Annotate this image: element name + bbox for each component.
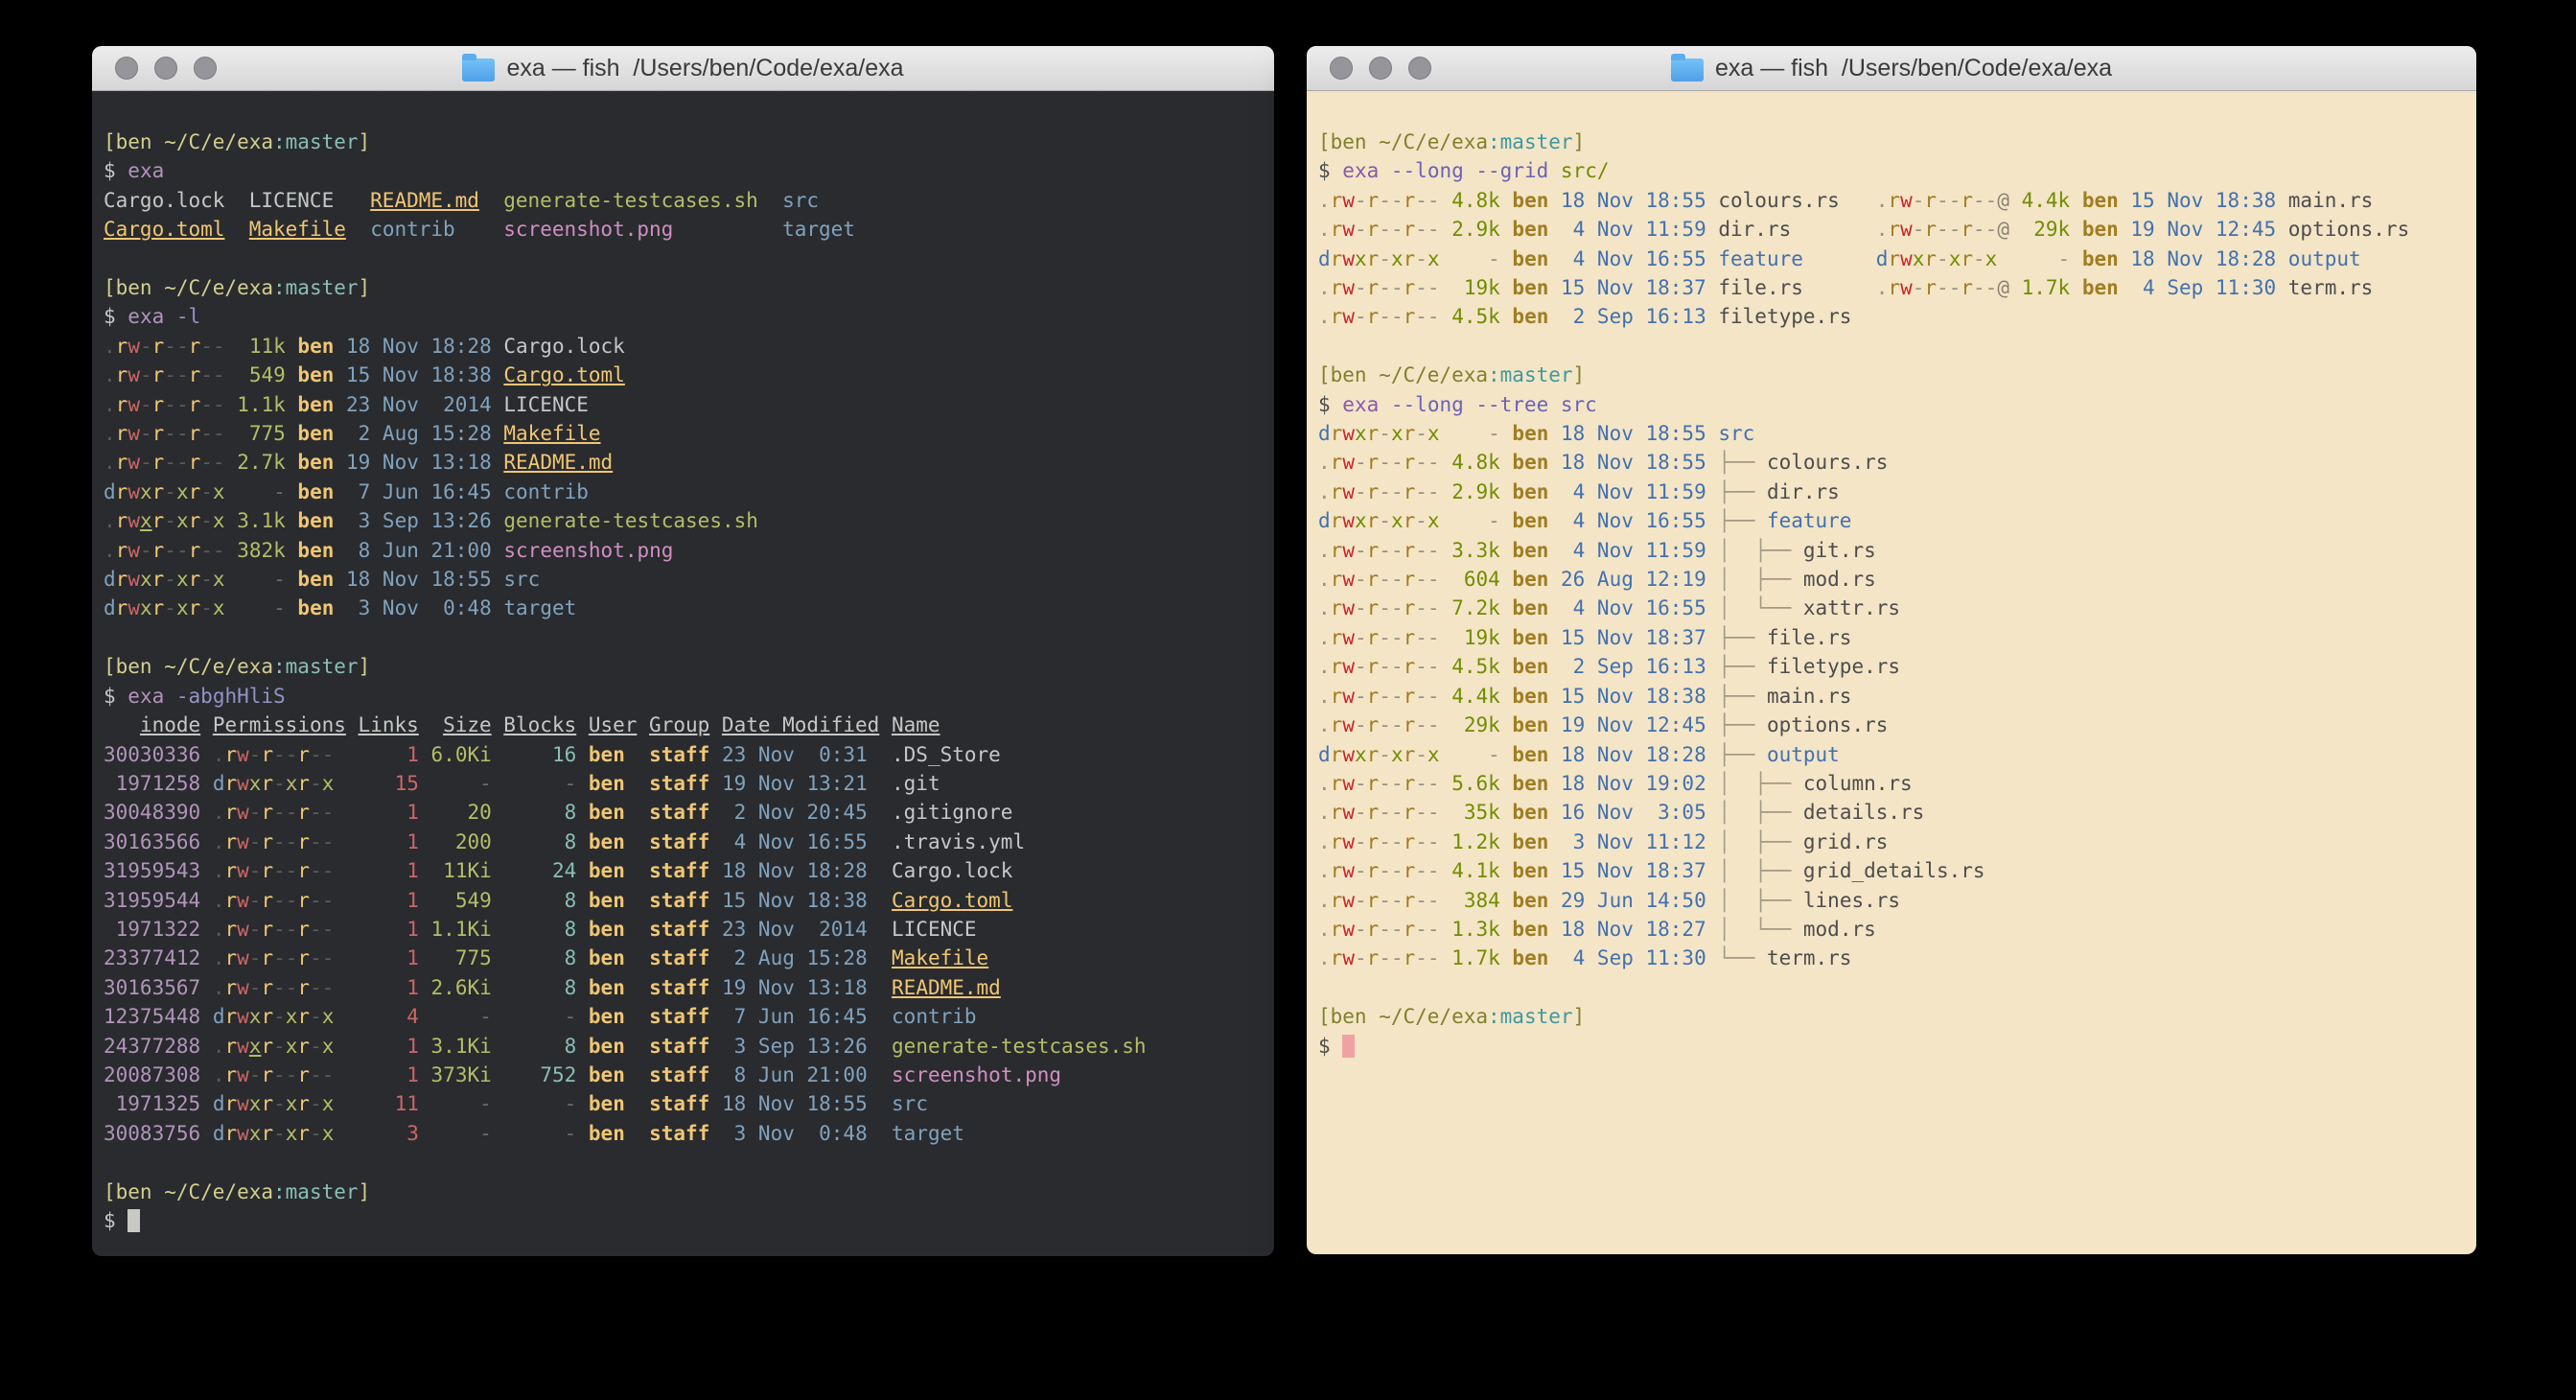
terminal-line: .rw-r--r-- 4.5k ben 2 Sep 16:13 filetype…: [1318, 302, 2476, 331]
terminal-line: [1318, 332, 2476, 361]
window-controls: [1330, 46, 1431, 90]
terminal-line: inode Permissions Links Size Blocks User…: [104, 711, 1274, 739]
terminal-line: 30163566 .rw-r--r-- 1 200 8 ben staff 4 …: [104, 828, 1274, 856]
terminal-line: .rw-r--r-- 35k ben 16 Nov 3:05 │ ├── det…: [1318, 798, 2476, 827]
terminal-line: $: [1318, 1032, 2476, 1061]
minimize-button[interactable]: [1369, 57, 1392, 80]
terminal-line: .rw-r--r-- 549 ben 15 Nov 18:38 Cargo.to…: [104, 361, 1274, 389]
terminal-line: .rw-r--r-- 2.9k ben 4 Nov 11:59 dir.rs .…: [1318, 215, 2476, 244]
window-controls: [115, 46, 217, 90]
window-title: exa — fish /Users/ben/Code/exa/exa: [1715, 55, 2112, 82]
terminal-line: 12375448 drwxr-xr-x 4 - - ben staff 7 Ju…: [104, 1002, 1274, 1031]
terminal-line: $ exa: [104, 156, 1274, 185]
terminal-line: 30163567 .rw-r--r-- 1 2.6Ki 8 ben staff …: [104, 973, 1274, 1002]
terminal-line: 1971322 .rw-r--r-- 1 1.1Ki 8 ben staff 2…: [104, 915, 1274, 944]
terminal-line: .rw-r--r-- 1.1k ben 23 Nov 2014 LICENCE: [104, 390, 1274, 419]
terminal-line: .rw-r--r-- 1.7k ben 4 Sep 11:30 └── term…: [1318, 944, 2476, 972]
minimize-button[interactable]: [154, 57, 177, 80]
terminal-line: 1971325 drwxr-xr-x 11 - - ben staff 18 N…: [104, 1089, 1274, 1118]
terminal-line: .rw-r--r-- 4.1k ben 15 Nov 18:37 │ ├── g…: [1318, 856, 2476, 885]
terminal-line: [ben ~/C/e/exa:master]: [104, 1178, 1274, 1206]
terminal-line: $: [104, 1206, 1274, 1235]
terminal-line: 20087308 .rw-r--r-- 1 373Ki 752 ben staf…: [104, 1061, 1274, 1089]
terminal-line: [ben ~/C/e/exa:master]: [1318, 128, 2476, 156]
terminal-content[interactable]: [ben ~/C/e/exa:master]$ exa --long --gri…: [1307, 91, 2476, 1061]
terminal-line: .rw-r--r-- 4.8k ben 18 Nov 18:55 ├── col…: [1318, 448, 2476, 477]
terminal-line: drwxr-xr-x - ben 4 Nov 16:55 ├── feature: [1318, 506, 2476, 535]
terminal-line: 30083756 drwxr-xr-x 3 - - ben staff 3 No…: [104, 1119, 1274, 1148]
desktop: { "windows": { "left": { "title": "exa —…: [0, 0, 2576, 1400]
terminal-line: .rw-r--r-- 604 ben 26 Aug 12:19 │ ├── mo…: [1318, 565, 2476, 594]
terminal-line: .rw-r--r-- 1.2k ben 3 Nov 11:12 │ ├── gr…: [1318, 828, 2476, 856]
terminal-window-light: exa — fish /Users/ben/Code/exa/exa [ben …: [1307, 46, 2476, 1254]
terminal-line: .rw-r--r-- 7.2k ben 4 Nov 16:55 │ └── xa…: [1318, 594, 2476, 622]
terminal-line: drwxr-xr-x - ben 18 Nov 18:28 ├── output: [1318, 740, 2476, 769]
terminal-line: Cargo.lock LICENCE README.md generate-te…: [104, 186, 1274, 215]
text-cursor: [128, 1209, 140, 1232]
zoom-button[interactable]: [194, 57, 217, 80]
terminal-line: [ben ~/C/e/exa:master]: [1318, 361, 2476, 389]
terminal-line: drwxr-xr-x - ben 7 Jun 16:45 contrib: [104, 478, 1274, 506]
terminal-line: $ exa --long --grid src/: [1318, 156, 2476, 185]
terminal-line: .rw-r--r-- 5.6k ben 18 Nov 19:02 │ ├── c…: [1318, 769, 2476, 798]
terminal-line: drwxr-xr-x - ben 18 Nov 18:55 src: [104, 565, 1274, 594]
window-title: exa — fish /Users/ben/Code/exa/exa: [506, 55, 903, 82]
terminal-window-dark: exa — fish /Users/ben/Code/exa/exa [ben …: [92, 46, 1274, 1256]
terminal-line: .rw-r--r-- 775 ben 2 Aug 15:28 Makefile: [104, 419, 1274, 448]
terminal-line: 24377288 .rwxr-xr-x 1 3.1Ki 8 ben staff …: [104, 1032, 1274, 1061]
terminal-line: [ben ~/C/e/exa:master]: [104, 273, 1274, 302]
terminal-line: 23377412 .rw-r--r-- 1 775 8 ben staff 2 …: [104, 944, 1274, 972]
titlebar[interactable]: exa — fish /Users/ben/Code/exa/exa: [92, 46, 1274, 91]
terminal-line: [1318, 973, 2476, 1002]
text-cursor: [1342, 1035, 1355, 1058]
terminal-line: drwxr-xr-x - ben 18 Nov 18:55 src: [1318, 419, 2476, 448]
terminal-line: Cargo.toml Makefile contrib screenshot.p…: [104, 215, 1274, 244]
terminal-line: .rw-r--r-- 19k ben 15 Nov 18:37 ├── file…: [1318, 623, 2476, 652]
terminal-line: $ exa -abghHliS: [104, 682, 1274, 711]
close-button[interactable]: [115, 57, 138, 80]
terminal-line: .rw-r--r-- 4.5k ben 2 Sep 16:13 ├── file…: [1318, 652, 2476, 681]
terminal-line: [104, 1148, 1274, 1177]
titlebar[interactable]: exa — fish /Users/ben/Code/exa/exa: [1307, 46, 2476, 91]
title-group: exa — fish /Users/ben/Code/exa/exa: [462, 55, 903, 82]
terminal-line: 1971258 drwxr-xr-x 15 - - ben staff 19 N…: [104, 769, 1274, 798]
terminal-line: [104, 245, 1274, 273]
terminal-line: drwxr-xr-x - ben 4 Nov 16:55 feature drw…: [1318, 245, 2476, 273]
terminal-line: .rw-r--r-- 29k ben 19 Nov 12:45 ├── opti…: [1318, 711, 2476, 739]
terminal-line: 30030336 .rw-r--r-- 1 6.0Ki 16 ben staff…: [104, 740, 1274, 769]
terminal-line: [ben ~/C/e/exa:master]: [104, 652, 1274, 681]
terminal-line: .rw-r--r-- 384 ben 29 Jun 14:50 │ ├── li…: [1318, 886, 2476, 915]
terminal-line: 31959543 .rw-r--r-- 1 11Ki 24 ben staff …: [104, 856, 1274, 885]
zoom-button[interactable]: [1408, 57, 1431, 80]
terminal-line: 31959544 .rw-r--r-- 1 549 8 ben staff 15…: [104, 886, 1274, 915]
terminal-line: [104, 623, 1274, 652]
terminal-line: 30048390 .rw-r--r-- 1 20 8 ben staff 2 N…: [104, 798, 1274, 827]
terminal-line: drwxr-xr-x - ben 3 Nov 0:48 target: [104, 594, 1274, 622]
terminal-line: .rw-r--r-- 4.8k ben 18 Nov 18:55 colours…: [1318, 186, 2476, 215]
folder-icon: [462, 58, 495, 82]
terminal-line: .rw-r--r-- 382k ben 8 Jun 21:00 screensh…: [104, 536, 1274, 565]
terminal-line: $ exa --long --tree src: [1318, 390, 2476, 419]
terminal-line: .rw-r--r-- 2.9k ben 4 Nov 11:59 ├── dir.…: [1318, 478, 2476, 506]
terminal-line: .rw-r--r-- 2.7k ben 19 Nov 13:18 README.…: [104, 448, 1274, 477]
terminal-line: .rw-r--r-- 3.3k ben 4 Nov 11:59 │ ├── gi…: [1318, 536, 2476, 565]
title-group: exa — fish /Users/ben/Code/exa/exa: [1671, 55, 2112, 82]
terminal-line: [ben ~/C/e/exa:master]: [104, 128, 1274, 156]
terminal-content[interactable]: [ben ~/C/e/exa:master]$ exaCargo.lock LI…: [92, 91, 1274, 1235]
terminal-line: .rwxr-xr-x 3.1k ben 3 Sep 13:26 generate…: [104, 506, 1274, 535]
terminal-line: .rw-r--r-- 1.3k ben 18 Nov 18:27 │ └── m…: [1318, 915, 2476, 944]
close-button[interactable]: [1330, 57, 1353, 80]
folder-icon: [1671, 58, 1704, 82]
terminal-line: $ exa -l: [104, 302, 1274, 331]
terminal-line: .rw-r--r-- 19k ben 15 Nov 18:37 file.rs …: [1318, 273, 2476, 302]
terminal-line: [ben ~/C/e/exa:master]: [1318, 1002, 2476, 1031]
terminal-line: .rw-r--r-- 11k ben 18 Nov 18:28 Cargo.lo…: [104, 332, 1274, 361]
terminal-line: .rw-r--r-- 4.4k ben 15 Nov 18:38 ├── mai…: [1318, 682, 2476, 711]
